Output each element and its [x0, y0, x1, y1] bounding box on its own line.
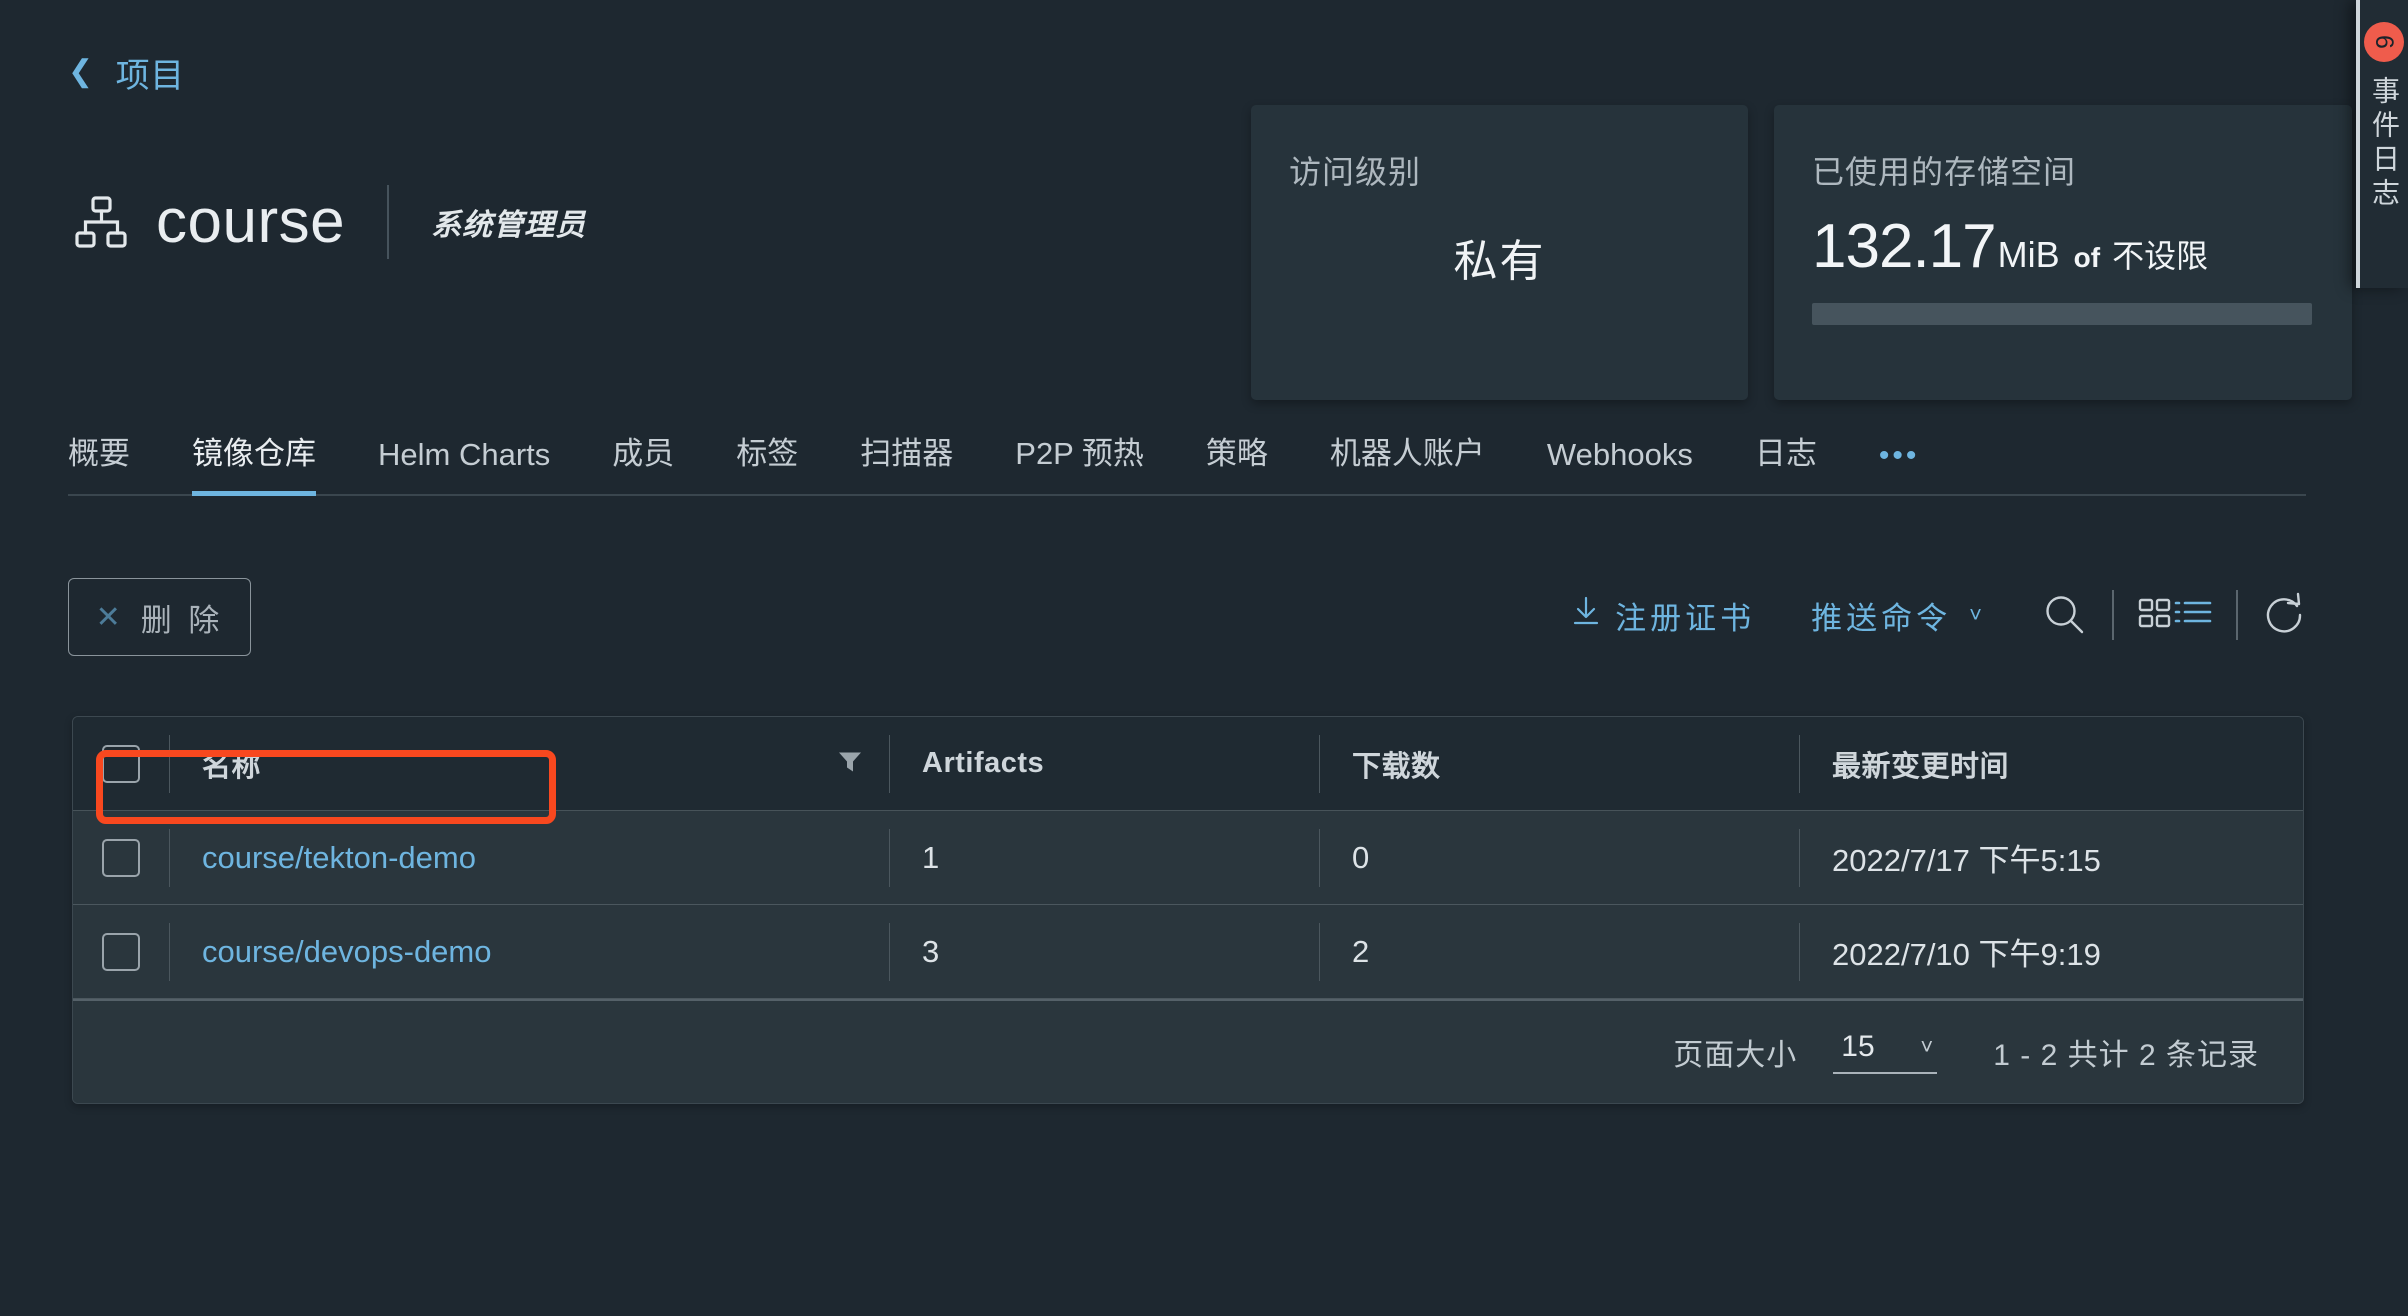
cell-downloads: 0: [1319, 828, 1799, 887]
tab-policy[interactable]: 策略: [1206, 428, 1268, 496]
storage-used-card: 已使用的存储空间 132.17 MiB of 不设限: [1774, 105, 2352, 400]
row-checkbox[interactable]: [102, 932, 140, 971]
repositories-table: 名称 Artifacts 下载数 最新变更时间 course/tekton-de…: [72, 716, 2304, 1104]
cell-artifacts: 1: [889, 828, 1319, 887]
push-command-dropdown[interactable]: 推送命令 ˅: [1811, 593, 1986, 638]
chevron-down-icon: ˅: [1969, 602, 1986, 627]
divider: [387, 185, 390, 259]
row-select-cell: [73, 932, 169, 971]
table-header-row: 名称 Artifacts 下载数 最新变更时间: [73, 717, 2303, 811]
event-log-tab[interactable]: 6 事件日志: [2356, 0, 2408, 288]
row-select-cell: [73, 838, 169, 877]
event-log-tab-label: 事件日志: [2369, 76, 2400, 212]
grid-view-icon[interactable]: [2138, 596, 2172, 635]
breadcrumb[interactable]: ❮ 项目: [68, 48, 185, 97]
tab-more[interactable]: •••: [1879, 439, 1920, 496]
status-badge: 6: [2364, 22, 2404, 62]
tab-p2p-preheat[interactable]: P2P 预热: [1015, 428, 1144, 496]
cell-updated: 2022/7/17 下午5:15: [1799, 828, 2303, 887]
list-view-icon[interactable]: [2174, 596, 2212, 635]
download-icon: [1571, 595, 1601, 635]
view-toggle[interactable]: [2138, 596, 2212, 635]
storage-used-value: 132.17 MiB of 不设限: [1812, 211, 2208, 282]
page-size-select[interactable]: 15 ˅: [1833, 1030, 1938, 1074]
chevron-down-icon: ˅: [1920, 1034, 1934, 1059]
action-toolbar: ✕ 删 除 注册证书 推送命令 ˅: [68, 578, 2306, 678]
tab-overview[interactable]: 概要: [68, 428, 130, 496]
storage-limit: 不设限: [2112, 238, 2209, 274]
tab-helm-charts[interactable]: Helm Charts: [378, 437, 550, 496]
select-all-checkbox[interactable]: [102, 744, 140, 783]
delete-button[interactable]: ✕ 删 除: [68, 578, 251, 656]
storage-progress-bar: [1812, 303, 2312, 325]
project-tabs: 概要 镜像仓库 Helm Charts 成员 标签 扫描器 P2P 预热 策略 …: [68, 424, 2306, 496]
cell-downloads: 2: [1319, 922, 1799, 981]
breadcrumb-label: 项目: [115, 57, 185, 95]
access-level-card: 访问级别 私有: [1251, 105, 1748, 400]
project-header: course 系统管理员: [72, 185, 586, 259]
divider: [2112, 590, 2114, 640]
tab-logs[interactable]: 日志: [1755, 428, 1817, 496]
page-size-label: 页面大小: [1673, 1039, 1798, 1072]
storage-unit: MiB: [1997, 234, 2060, 275]
column-header-downloads[interactable]: 下载数: [1319, 734, 1799, 793]
tab-members[interactable]: 成员: [612, 428, 674, 496]
chevron-left-icon: ❮: [68, 54, 94, 88]
tab-scanner[interactable]: 扫描器: [860, 428, 953, 496]
cell-name: course/tekton-demo: [169, 828, 889, 887]
tab-labels[interactable]: 标签: [736, 428, 798, 496]
project-role: 系统管理员: [431, 209, 587, 242]
tab-robot-accounts[interactable]: 机器人账户: [1330, 428, 1485, 496]
registry-certificate-button[interactable]: 注册证书: [1571, 593, 1755, 638]
close-x-icon: ✕: [95, 600, 125, 634]
cell-artifacts: 3: [889, 922, 1319, 981]
storage-number: 132.17: [1812, 212, 1997, 281]
repository-link[interactable]: course/tekton-demo: [202, 840, 476, 876]
divider: [2236, 590, 2238, 640]
column-header-artifacts[interactable]: Artifacts: [889, 734, 1319, 793]
pagination-total: 1 - 2 共计 2 条记录: [1993, 1039, 2259, 1072]
refresh-button[interactable]: [2262, 592, 2306, 638]
pagination: 页面大小 15 ˅ 1 - 2 共计 2 条记录: [73, 999, 2303, 1103]
repository-link[interactable]: course/devops-demo: [202, 934, 492, 970]
page-title: course: [156, 187, 346, 256]
filter-icon[interactable]: [837, 748, 863, 779]
tab-repositories[interactable]: 镜像仓库: [192, 428, 316, 496]
access-level-title: 访问级别: [1289, 154, 1422, 190]
access-level-value: 私有: [1453, 237, 1546, 286]
push-command-label: 推送命令: [1811, 600, 1952, 636]
column-header-name[interactable]: 名称: [169, 734, 889, 793]
delete-button-label: 删 除: [140, 602, 224, 638]
search-button[interactable]: [2042, 592, 2088, 638]
table-row[interactable]: course/tekton-demo 1 0 2022/7/17 下午5:15: [73, 811, 2303, 905]
cell-name: course/devops-demo: [169, 922, 889, 981]
tab-webhooks[interactable]: Webhooks: [1547, 437, 1693, 496]
storage-of: of: [2073, 242, 2101, 273]
storage-used-title: 已使用的存储空间: [1812, 154, 2077, 190]
registry-certificate-label: 注册证书: [1615, 600, 1756, 636]
column-header-updated[interactable]: 最新变更时间: [1799, 734, 2303, 793]
table-row[interactable]: course/devops-demo 3 2 2022/7/10 下午9:19: [73, 905, 2303, 999]
cell-updated: 2022/7/10 下午9:19: [1799, 922, 2303, 981]
hierarchy-icon: [72, 193, 130, 251]
row-checkbox[interactable]: [102, 838, 140, 877]
page-size-value: 15: [1841, 1030, 1875, 1063]
toolbar-right-group: 注册证书 推送命令 ˅: [1571, 590, 2306, 640]
select-all-cell: [73, 744, 169, 783]
